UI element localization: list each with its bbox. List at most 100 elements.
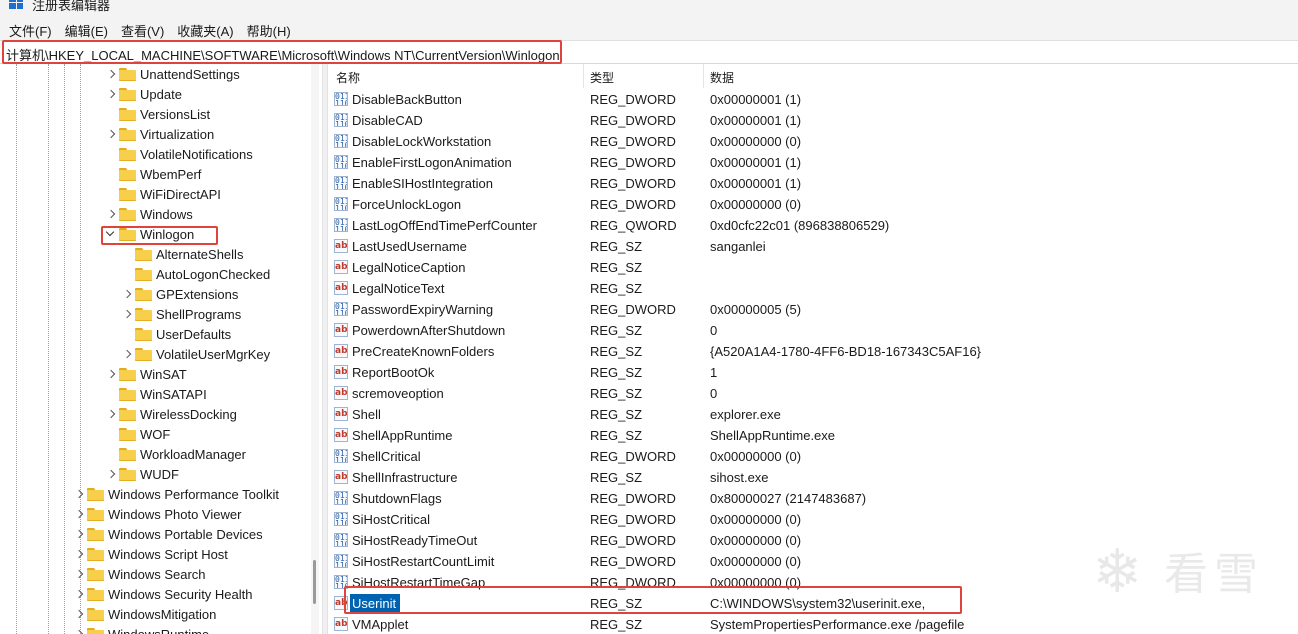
value-row[interactable]: ab VMApplet REG_SZ SystemPropertiesPerforma…	[328, 614, 1298, 634]
chevron-down-icon[interactable]	[106, 229, 115, 239]
string-value-icon: ab	[334, 386, 348, 400]
value-row[interactable]: ab PreCreateKnownFolders REG_SZ {A520A1A4-1…	[328, 341, 1298, 362]
value-row[interactable]: ab ReportBootOk REG_SZ 1	[328, 362, 1298, 383]
value-row[interactable]: ab ShellAppRuntime REG_SZ ShellAppRuntime.e…	[328, 425, 1298, 446]
value-row[interactable]: ab scremoveoption REG_SZ 0	[328, 383, 1298, 404]
value-row[interactable]: ab LegalNoticeText REG_SZ	[328, 278, 1298, 299]
chevron-right-icon[interactable]	[107, 89, 116, 99]
tree-item[interactable]: UserDefaults	[0, 324, 310, 344]
tree-item[interactable]: WiFiDirectAPI	[0, 184, 310, 204]
chevron-right-icon[interactable]	[75, 609, 84, 619]
tree-item[interactable]: WindowsRuntime	[0, 624, 310, 634]
chevron-right-icon[interactable]	[107, 209, 116, 219]
tree-item[interactable]: Windows Security Health	[0, 584, 310, 604]
tree-item[interactable]: AutoLogonChecked	[0, 264, 310, 284]
chevron-right-icon[interactable]	[123, 349, 132, 359]
value-row[interactable]: ab Shell REG_SZ explorer.exe	[328, 404, 1298, 425]
value-row[interactable]: 011 110 ShutdownFlags REG_DWORD 0x80000027 …	[328, 488, 1298, 509]
value-name: VMApplet	[352, 617, 409, 632]
chevron-right-icon[interactable]	[75, 489, 84, 499]
value-data: 0x00000000 (0)	[710, 197, 802, 212]
tree-item[interactable]: Windows Performance Toolkit	[0, 484, 310, 504]
tree-item[interactable]: Winlogon	[0, 224, 310, 244]
tree-item[interactable]: VolatileNotifications	[0, 144, 310, 164]
tree-item[interactable]: Windows Search	[0, 564, 310, 584]
tree-item[interactable]: VersionsList	[0, 104, 310, 124]
chevron-right-icon[interactable]	[107, 369, 116, 379]
chevron-right-icon[interactable]	[75, 529, 84, 539]
value-row[interactable]: ab LastUsedUsername REG_SZ sanganlei	[328, 236, 1298, 257]
tree-item[interactable]: WOF	[0, 424, 310, 444]
chevron-right-icon[interactable]	[107, 69, 116, 79]
folder-icon	[87, 488, 104, 501]
key-tree[interactable]: UnattendSettings Update VersionsList Virtua…	[0, 64, 322, 634]
value-row[interactable]: 011 110 LastLogOffEndTimePerfCounter REG_Q…	[328, 215, 1298, 236]
tree-item[interactable]: GPExtensions	[0, 284, 310, 304]
value-row[interactable]: 011 110 DisableLockWorkstation REG_DWORD 0x…	[328, 131, 1298, 152]
column-header-type[interactable]: 类型	[590, 64, 614, 88]
tree-item[interactable]: WorkloadManager	[0, 444, 310, 464]
tree-item[interactable]: WUDF	[0, 464, 310, 484]
value-row[interactable]: 011 110 SiHostCritical REG_DWORD 0x00000000…	[328, 509, 1298, 530]
tree-item[interactable]: Update	[0, 84, 310, 104]
tree-scrollbar[interactable]	[311, 64, 319, 634]
chevron-right-icon[interactable]	[75, 549, 84, 559]
value-row[interactable]: 011 110 PasswordExpiryWarning REG_DWORD 0x0…	[328, 299, 1298, 320]
tree-item[interactable]: ShellPrograms	[0, 304, 310, 324]
column-header-data[interactable]: 数据	[710, 64, 734, 88]
value-row[interactable]: 011 110 EnableFirstLogonAnimation REG_DWOR…	[328, 152, 1298, 173]
address-bar[interactable]: 计算机\HKEY_LOCAL_MACHINE\SOFTWARE\Microsof…	[0, 40, 1298, 64]
chevron-right-icon[interactable]	[75, 629, 84, 634]
tree-item[interactable]: Windows Portable Devices	[0, 524, 310, 544]
menu-help[interactable]: 帮助(H)	[247, 21, 291, 40]
tree-item[interactable]: WbemPerf	[0, 164, 310, 184]
chevron-right-icon[interactable]	[75, 569, 84, 579]
title-bar: 注册表编辑器	[0, 0, 1298, 20]
value-row[interactable]: 011 110 EnableSIHostIntegration REG_DWORD 0…	[328, 173, 1298, 194]
menu-edit[interactable]: 编辑(E)	[65, 21, 108, 40]
value-row[interactable]: ab LegalNoticeCaption REG_SZ	[328, 257, 1298, 278]
value-type: REG_DWORD	[590, 134, 676, 149]
string-value-icon: ab	[334, 596, 348, 610]
value-type: REG_SZ	[590, 344, 643, 359]
chevron-right-icon[interactable]	[107, 129, 116, 139]
tree-item[interactable]: WindowsMitigation	[0, 604, 310, 624]
tree-item[interactable]: Windows Script Host	[0, 544, 310, 564]
tree-item[interactable]: AlternateShells	[0, 244, 310, 264]
address-path[interactable]: 计算机\HKEY_LOCAL_MACHINE\SOFTWARE\Microsof…	[6, 45, 560, 64]
value-name: ShellInfrastructure	[352, 470, 458, 485]
tree-item[interactable]: Windows Photo Viewer	[0, 504, 310, 524]
tree-item[interactable]: Windows	[0, 204, 310, 224]
tree-item[interactable]: VolatileUserMgrKey	[0, 344, 310, 364]
value-row[interactable]: 011 110 DisableCAD REG_DWORD 0x00000001 (1)	[328, 110, 1298, 131]
value-row[interactable]: ab ShellInfrastructure REG_SZ sihost.exe	[328, 467, 1298, 488]
value-name: DisableCAD	[352, 113, 423, 128]
tree-scrollbar-thumb[interactable]	[313, 560, 316, 604]
value-row[interactable]: 011 110 DisableBackButton REG_DWORD 0x00000…	[328, 89, 1298, 110]
value-name: LastLogOffEndTimePerfCounter	[352, 218, 537, 233]
chevron-right-icon[interactable]	[123, 309, 132, 319]
chevron-right-icon[interactable]	[107, 469, 116, 479]
column-header-name[interactable]: 名称	[336, 64, 360, 88]
tree-item[interactable]: WirelessDocking	[0, 404, 310, 424]
menu-favorites[interactable]: 收藏夹(A)	[177, 21, 233, 40]
value-name: ShutdownFlags	[352, 491, 442, 506]
value-row[interactable]: ab PowerdownAfterShutdown REG_SZ 0	[328, 320, 1298, 341]
value-type: REG_DWORD	[590, 155, 676, 170]
tree-item-label: WUDF	[140, 467, 179, 482]
chevron-right-icon[interactable]	[75, 509, 84, 519]
chevron-right-icon[interactable]	[75, 589, 84, 599]
tree-item[interactable]: WinSATAPI	[0, 384, 310, 404]
value-type: REG_DWORD	[590, 575, 676, 590]
chevron-right-icon[interactable]	[107, 409, 116, 419]
value-row[interactable]: 011 110 ShellCritical REG_DWORD 0x00000000 …	[328, 446, 1298, 467]
tree-item[interactable]: WinSAT	[0, 364, 310, 384]
value-row[interactable]: 011 110 ForceUnlockLogon REG_DWORD 0x000000…	[328, 194, 1298, 215]
tree-item[interactable]: Virtualization	[0, 124, 310, 144]
menu-view[interactable]: 查看(V)	[121, 21, 164, 40]
tree-item-label: AlternateShells	[156, 247, 244, 262]
folder-icon	[119, 128, 136, 141]
menu-file[interactable]: 文件(F)	[9, 21, 52, 40]
chevron-right-icon[interactable]	[123, 289, 132, 299]
tree-item[interactable]: UnattendSettings	[0, 64, 310, 84]
